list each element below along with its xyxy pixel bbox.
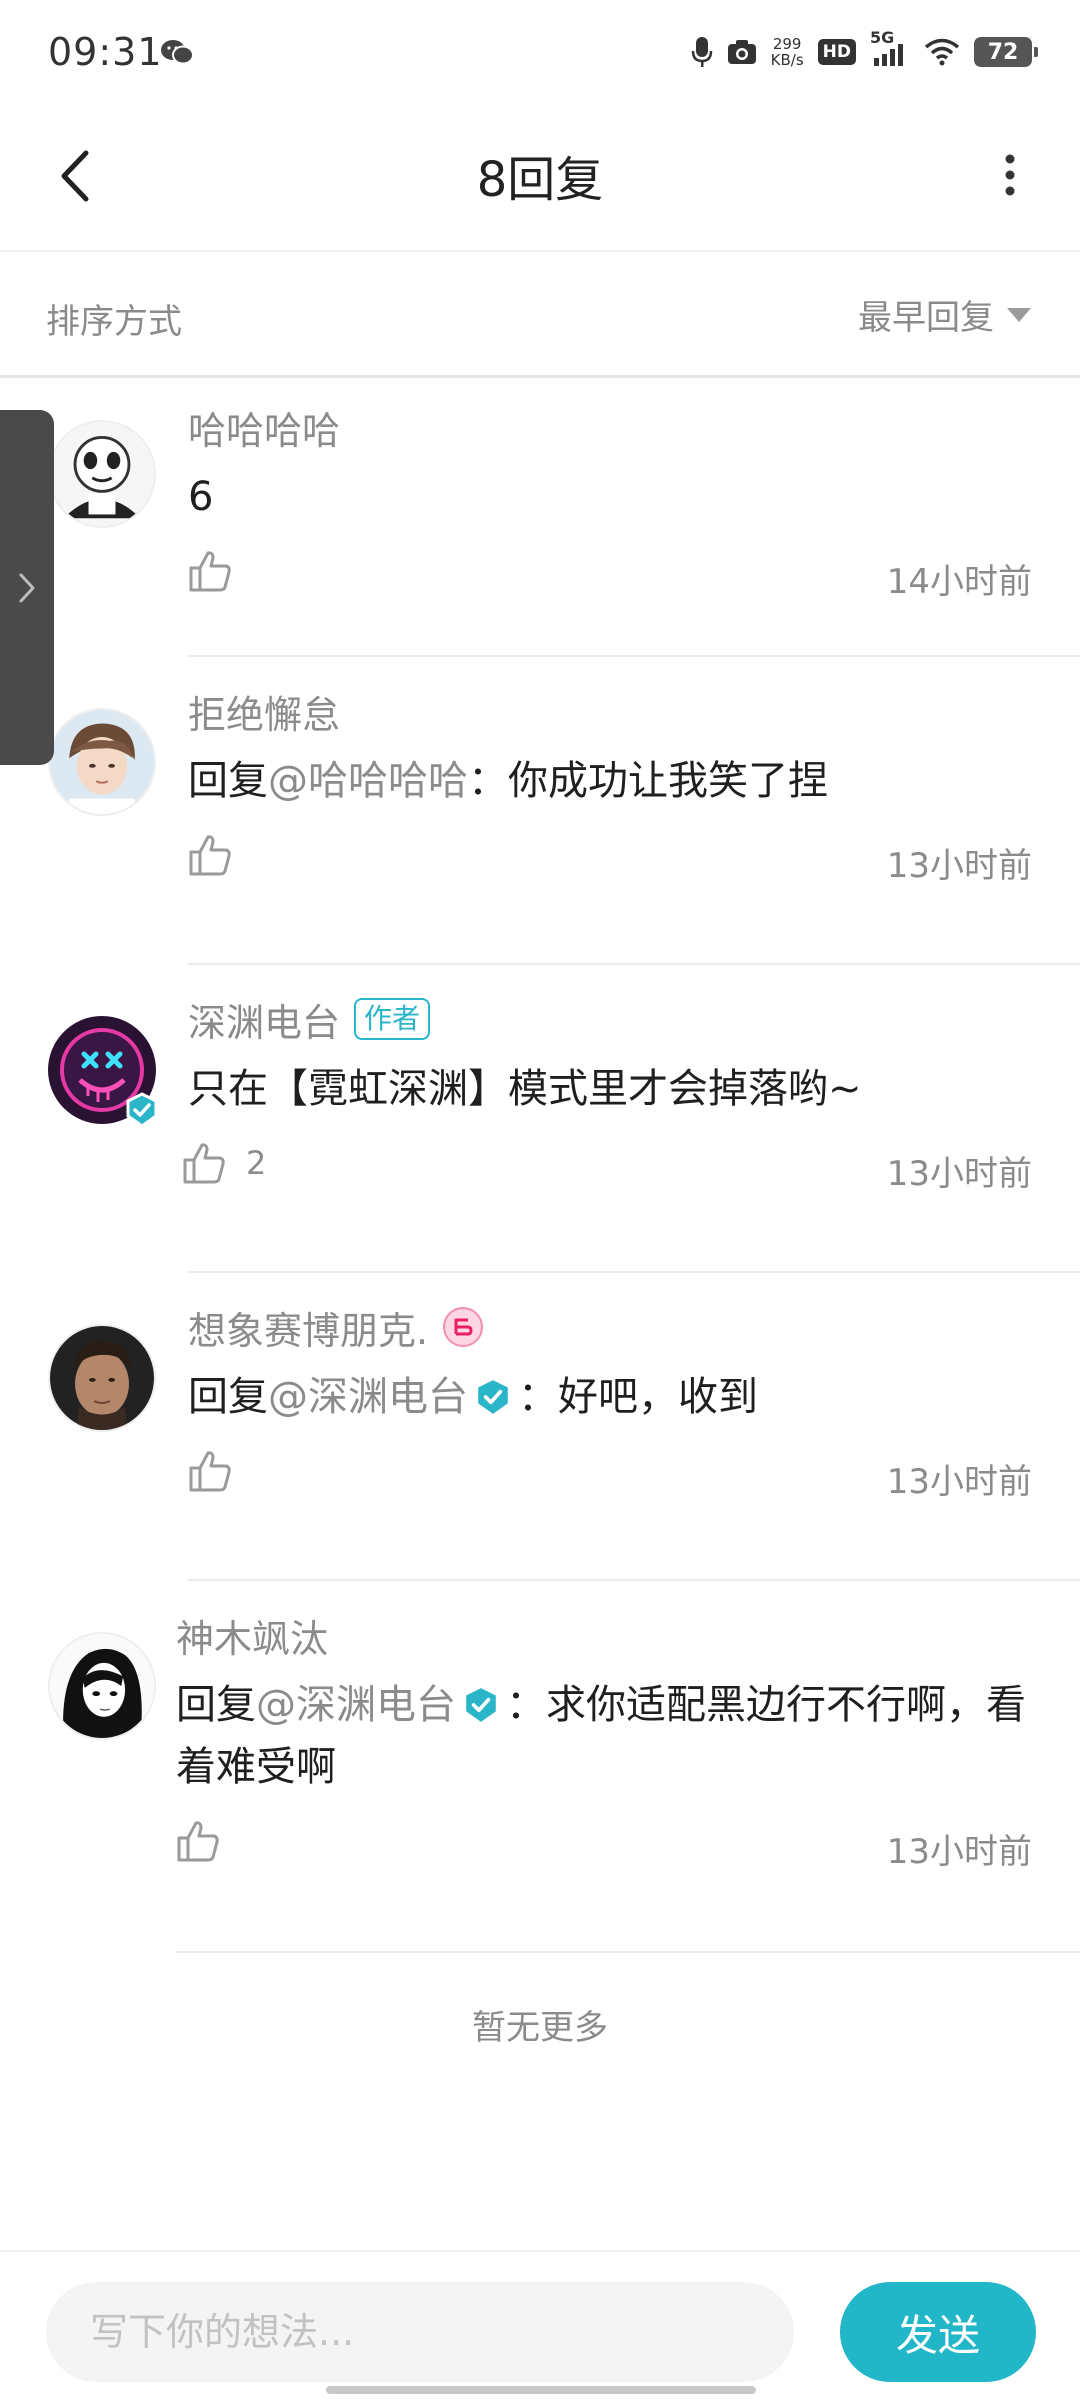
like-icon bbox=[189, 1451, 231, 1492]
dropdown-icon bbox=[1007, 307, 1031, 322]
net-speed: 299 KB/s bbox=[771, 36, 804, 68]
battery-indicator: 72 bbox=[974, 37, 1038, 67]
reply-text: 只在【霓虹深渊】模式里才会掉落哟~ bbox=[188, 1066, 862, 1112]
mention-link[interactable]: @深渊电台 bbox=[268, 1374, 468, 1420]
reply-username[interactable]: 哈哈哈哈 bbox=[188, 402, 1080, 453]
side-expand-icon bbox=[19, 573, 35, 602]
reply-username[interactable]: 神木飒汰 bbox=[176, 1610, 1080, 1661]
more-icon bbox=[1005, 154, 1015, 196]
signal-icon: 5G bbox=[870, 28, 910, 68]
sort-selected-value: 最早回复 bbox=[858, 298, 994, 338]
like-button[interactable]: 2 bbox=[182, 1142, 266, 1184]
sort-label: 排序方式 bbox=[46, 302, 182, 342]
level-badge-icon bbox=[443, 1307, 484, 1347]
reply-username-text: 哈哈哈哈 bbox=[188, 408, 341, 453]
reply-item: 神木飒汰 回复@深渊电台 ：求你适配黑边行不行啊，看着难受啊 13小时前 bbox=[0, 1582, 1080, 1954]
reply-content: 只在【霓虹深渊】模式里才会掉落哟~ bbox=[188, 1058, 1030, 1120]
avatar[interactable] bbox=[48, 1324, 156, 1432]
status-icons: 299 KB/s HD 5G 72 bbox=[691, 28, 1038, 74]
reply-content: 6 bbox=[188, 466, 1030, 528]
reply-username-text: 神木飒汰 bbox=[176, 1616, 329, 1661]
divider bbox=[188, 655, 1080, 657]
reply-text: 6 bbox=[188, 474, 214, 520]
page-title: 8回复 bbox=[476, 152, 604, 208]
reply-time: 14小时前 bbox=[886, 562, 1032, 602]
author-tag: 作者 bbox=[354, 998, 431, 1040]
reply-text: ：好吧，收到 bbox=[518, 1374, 758, 1420]
like-button[interactable] bbox=[188, 550, 252, 592]
reply-text: ：你成功让我笑了捏 bbox=[468, 758, 828, 804]
like-icon bbox=[189, 835, 231, 876]
reply-item: 拒绝懈怠 回复@哈哈哈哈：你成功让我笑了捏 13小时前 bbox=[0, 658, 1080, 966]
reply-prefix: 回复 bbox=[188, 758, 268, 804]
reply-time: 13小时前 bbox=[886, 1832, 1032, 1872]
reply-username-text: 想象赛博朋克. bbox=[188, 1308, 429, 1353]
divider bbox=[176, 1951, 1080, 1953]
reply-username[interactable]: 深渊电台 作者 bbox=[188, 994, 1080, 1045]
end-of-list-note: 暂无更多 bbox=[472, 2008, 608, 2048]
side-drawer-handle[interactable] bbox=[0, 410, 54, 765]
net-speed-unit: KB/s bbox=[770, 51, 804, 69]
wifi-icon bbox=[924, 38, 960, 66]
top-nav-bar: 8回复 bbox=[0, 110, 1080, 252]
divider bbox=[188, 963, 1080, 965]
reply-content: 回复@哈哈哈哈：你成功让我笑了捏 bbox=[188, 750, 1030, 812]
hd-badge: HD bbox=[817, 39, 856, 65]
reply-input[interactable] bbox=[46, 2282, 794, 2382]
reply-username[interactable]: 想象赛博朋克. bbox=[188, 1302, 1080, 1353]
sort-dropdown[interactable]: 最早回复 bbox=[858, 290, 1032, 339]
status-bar: 09:31 299 KB/s HD 5G 72 bbox=[0, 0, 1080, 110]
like-count: 2 bbox=[246, 1144, 267, 1182]
send-button[interactable]: 发送 bbox=[840, 2282, 1036, 2382]
reply-content: 回复@深渊电台 ：求你适配黑边行不行啊，看着难受啊 bbox=[176, 1674, 1030, 1798]
reply-time: 13小时前 bbox=[886, 846, 1032, 886]
wechat-icon bbox=[160, 38, 194, 66]
reply-item: 哈哈哈哈 6 14小时前 bbox=[0, 380, 1080, 658]
verified-icon bbox=[126, 1092, 158, 1128]
reply-item: 深渊电台 作者 只在【霓虹深渊】模式里才会掉落哟~ 2 13小时前 bbox=[0, 966, 1080, 1274]
reply-item: 想象赛博朋克. 回复@深渊电台 ：好吧，收到 13小时前 bbox=[0, 1274, 1080, 1582]
divider bbox=[188, 1579, 1080, 1581]
divider bbox=[188, 1271, 1080, 1273]
mention-link[interactable]: @深渊电台 bbox=[256, 1682, 456, 1728]
reply-username-text: 深渊电台 bbox=[188, 1000, 341, 1045]
reply-content: 回复@深渊电台 ：好吧，收到 bbox=[188, 1366, 1030, 1428]
reply-time: 13小时前 bbox=[886, 1462, 1032, 1502]
like-icon bbox=[177, 1821, 219, 1862]
reply-time: 13小时前 bbox=[886, 1154, 1032, 1194]
avatar[interactable] bbox=[48, 420, 156, 528]
avatar[interactable] bbox=[48, 708, 156, 816]
more-options-button[interactable] bbox=[980, 140, 1040, 210]
verified-icon bbox=[466, 1688, 496, 1722]
reply-username[interactable]: 拒绝懈怠 bbox=[188, 686, 1080, 737]
like-icon bbox=[183, 1143, 225, 1184]
like-icon bbox=[189, 551, 231, 592]
sort-bar: 排序方式 最早回复 bbox=[0, 254, 1080, 378]
status-time: 09:31 bbox=[48, 30, 163, 74]
like-button[interactable] bbox=[188, 1450, 252, 1492]
reply-prefix: 回复 bbox=[176, 1682, 256, 1728]
verified-icon bbox=[478, 1380, 508, 1414]
mic-icon bbox=[691, 35, 713, 69]
reply-input-bar: 发送 bbox=[0, 2250, 1080, 2400]
net-speed-value: 299 bbox=[772, 35, 802, 53]
home-indicator[interactable] bbox=[326, 2386, 756, 2394]
like-button[interactable] bbox=[188, 834, 252, 876]
mention-link[interactable]: @哈哈哈哈 bbox=[268, 758, 468, 804]
like-button[interactable] bbox=[176, 1820, 240, 1862]
avatar[interactable] bbox=[48, 1632, 156, 1740]
camera-icon bbox=[727, 39, 757, 65]
network-label: 5G bbox=[870, 28, 895, 47]
reply-prefix: 回复 bbox=[188, 1374, 268, 1420]
reply-username-text: 拒绝懈怠 bbox=[188, 692, 341, 737]
